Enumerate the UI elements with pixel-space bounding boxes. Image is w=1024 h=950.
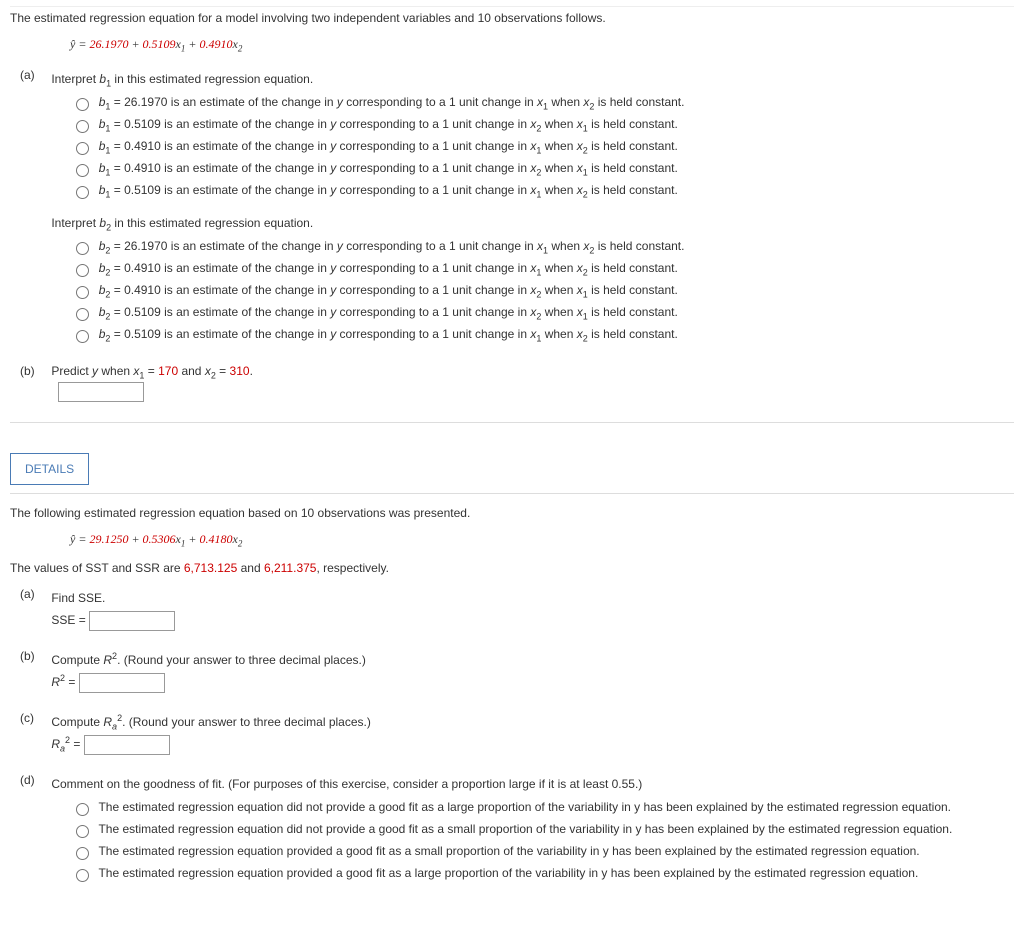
q2a-prompt: Find SSE. bbox=[51, 587, 1009, 611]
part-label: (b) bbox=[20, 364, 48, 378]
q1a1-choice: b1 = 0.4910 is an estimate of the change… bbox=[51, 158, 1009, 180]
details-button[interactable]: DETAILS bbox=[10, 453, 89, 485]
q2-part-d: (d) Comment on the goodness of fit. (For… bbox=[10, 755, 1014, 885]
radio-q1a2-4[interactable] bbox=[76, 330, 89, 343]
radio-q1a2-3[interactable] bbox=[76, 308, 89, 321]
q2d-choice: The estimated regression equation did no… bbox=[51, 797, 1009, 819]
q2b-prompt: Compute R2. (Round your answer to three … bbox=[51, 649, 1009, 673]
choice-text: b1 = 0.4910 is an estimate of the change… bbox=[99, 161, 678, 175]
eq-c1: 0.5109 bbox=[143, 37, 176, 51]
r2-input[interactable] bbox=[79, 673, 165, 693]
part-label: (b) bbox=[20, 649, 48, 663]
question-2: DETAILS The following estimated regressi… bbox=[10, 453, 1014, 885]
q2d-choice: The estimated regression equation did no… bbox=[51, 819, 1009, 841]
choice-text: b1 = 0.4910 is an estimate of the change… bbox=[99, 139, 678, 153]
q1-equation: ŷ = 26.1970 + 0.5109x1 + 0.4910x2 bbox=[10, 31, 1014, 62]
q2d-choice: The estimated regression equation provid… bbox=[51, 863, 1009, 885]
q2-sst-line: The values of SST and SSR are 6,713.125 … bbox=[10, 557, 1014, 581]
part-label: (a) bbox=[20, 587, 48, 601]
radio-q1a1-2[interactable] bbox=[76, 142, 89, 155]
q1a-prompt2: Interpret b2 in this estimated regressio… bbox=[51, 212, 1009, 236]
part-label: (a) bbox=[20, 68, 48, 82]
predict-y-input[interactable] bbox=[58, 382, 144, 402]
choice-text: The estimated regression equation provid… bbox=[98, 866, 918, 880]
radio-q2d-0[interactable] bbox=[76, 803, 89, 816]
q1a1-choice: b1 = 0.5109 is an estimate of the change… bbox=[51, 180, 1009, 202]
q1-part-a: (a) Interpret b1 in this estimated regre… bbox=[10, 62, 1014, 346]
radio-q1a1-0[interactable] bbox=[76, 98, 89, 111]
radio-q2d-1[interactable] bbox=[76, 825, 89, 838]
q1a2-choice: b2 = 0.5109 is an estimate of the change… bbox=[51, 324, 1009, 346]
q2-part-a: (a) Find SSE. SSE = bbox=[10, 581, 1014, 631]
q1a1-choice: b1 = 0.5109 is an estimate of the change… bbox=[51, 114, 1009, 136]
q2c-prompt: Compute Ra2. (Round your answer to three… bbox=[51, 711, 1009, 735]
q1b-prompt: Predict y when x1 = 170 and x2 = 310. bbox=[51, 364, 253, 378]
q1a1-choice: b1 = 0.4910 is an estimate of the change… bbox=[51, 136, 1009, 158]
radio-q1a2-2[interactable] bbox=[76, 286, 89, 299]
q1a2-choice: b2 = 0.4910 is an estimate of the change… bbox=[51, 280, 1009, 302]
part-label: (c) bbox=[20, 711, 48, 725]
q2d-prompt: Comment on the goodness of fit. (For pur… bbox=[51, 773, 1009, 797]
q1a1-choice: b1 = 26.1970 is an estimate of the chang… bbox=[51, 92, 1009, 114]
q1a2-choice: b2 = 0.4910 is an estimate of the change… bbox=[51, 258, 1009, 280]
r2-lhs: R2 = bbox=[51, 675, 78, 689]
question-1: The estimated regression equation for a … bbox=[10, 6, 1014, 423]
radio-q1a1-4[interactable] bbox=[76, 186, 89, 199]
radio-q1a2-0[interactable] bbox=[76, 242, 89, 255]
ra2-input[interactable] bbox=[84, 735, 170, 755]
q1-part-b: (b) Predict y when x1 = 170 and x2 = 310… bbox=[10, 346, 1014, 402]
eq-c0: 26.1970 bbox=[89, 37, 128, 51]
choice-text: The estimated regression equation provid… bbox=[98, 844, 919, 858]
choice-text: b2 = 0.4910 is an estimate of the change… bbox=[99, 261, 678, 275]
q2-equation: ŷ = 29.1250 + 0.5306x1 + 0.4180x2 bbox=[10, 526, 1014, 557]
choice-text: The estimated regression equation did no… bbox=[98, 800, 951, 814]
choice-text: The estimated regression equation did no… bbox=[98, 822, 952, 836]
choice-text: b1 = 0.5109 is an estimate of the change… bbox=[99, 183, 678, 197]
q1a-prompt1: Interpret b1 in this estimated regressio… bbox=[51, 68, 1009, 92]
q2-intro: The following estimated regression equat… bbox=[10, 502, 1014, 526]
radio-q2d-2[interactable] bbox=[76, 847, 89, 860]
choice-text: b2 = 0.4910 is an estimate of the change… bbox=[99, 283, 678, 297]
eq-yhat: ŷ = bbox=[70, 37, 89, 51]
radio-q1a1-1[interactable] bbox=[76, 120, 89, 133]
q1-intro: The estimated regression equation for a … bbox=[10, 7, 1014, 31]
radio-q2d-3[interactable] bbox=[76, 869, 89, 882]
q2-part-c: (c) Compute Ra2. (Round your answer to t… bbox=[10, 693, 1014, 755]
q2-part-b: (b) Compute R2. (Round your answer to th… bbox=[10, 631, 1014, 693]
ra2-lhs: Ra2 = bbox=[51, 737, 83, 751]
q2d-choice: The estimated regression equation provid… bbox=[51, 841, 1009, 863]
choice-text: b2 = 26.1970 is an estimate of the chang… bbox=[99, 239, 685, 253]
choice-text: b2 = 0.5109 is an estimate of the change… bbox=[99, 327, 678, 341]
radio-q1a1-3[interactable] bbox=[76, 164, 89, 177]
part-label: (d) bbox=[20, 773, 48, 787]
sse-lhs: SSE = bbox=[51, 613, 89, 627]
choice-text: b1 = 26.1970 is an estimate of the chang… bbox=[99, 95, 685, 109]
eq-c2: 0.4910 bbox=[199, 37, 232, 51]
radio-q1a2-1[interactable] bbox=[76, 264, 89, 277]
q1a2-choice: b2 = 26.1970 is an estimate of the chang… bbox=[51, 236, 1009, 258]
choice-text: b2 = 0.5109 is an estimate of the change… bbox=[99, 305, 678, 319]
sse-input[interactable] bbox=[89, 611, 175, 631]
choice-text: b1 = 0.5109 is an estimate of the change… bbox=[99, 117, 678, 131]
q1a2-choice: b2 = 0.5109 is an estimate of the change… bbox=[51, 302, 1009, 324]
